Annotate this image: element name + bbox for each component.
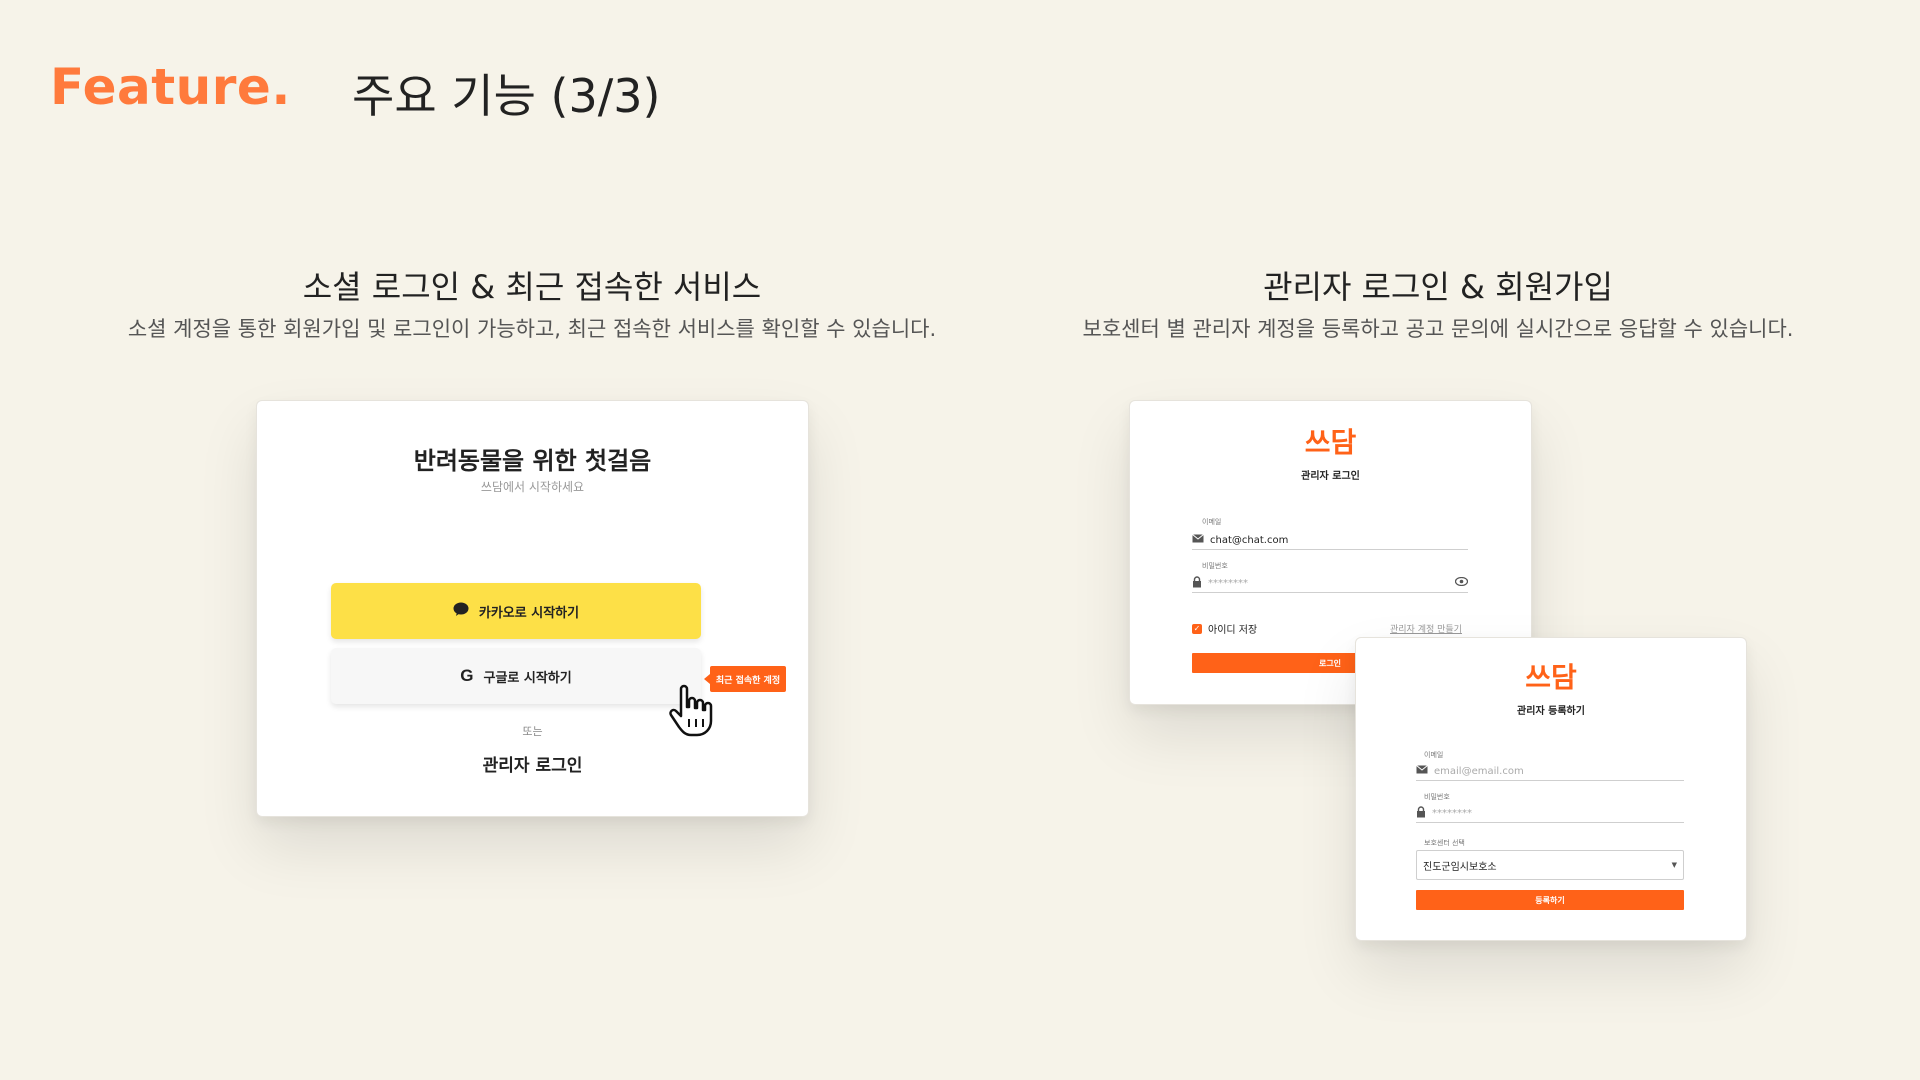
remember-id-label: 아이디 저장 [1208, 625, 1258, 636]
shelter-select-value: 진도군임시보호소 [1423, 861, 1497, 873]
recent-login-badge: 최근 접속한 계정 [704, 666, 786, 692]
page-title: 주요 기능 (3/3) [352, 69, 661, 123]
password-field[interactable]: ******** [1192, 574, 1469, 593]
left-section-description: 소셜 계정을 통한 회원가입 및 로그인이 가능하고, 최근 접속한 서비스를 … [127, 317, 937, 341]
password-label: 비밀번호 [1424, 793, 1450, 801]
chevron-down-icon: ▼ [1671, 861, 1677, 869]
email-placeholder: email@email.com [1434, 765, 1524, 777]
email-label: 이메일 [1424, 751, 1444, 759]
kakao-chat-icon [453, 602, 469, 621]
google-g-icon: G [460, 666, 474, 685]
admin-login-link[interactable]: 관리자 로그인 [257, 751, 808, 776]
shelter-select[interactable]: 진도군임시보호소 ▼ [1416, 850, 1684, 880]
password-label: 비밀번호 [1202, 562, 1228, 570]
register-button[interactable]: 등록하기 [1416, 890, 1684, 910]
mail-icon [1192, 534, 1204, 546]
lock-icon [1416, 805, 1426, 821]
card-title: 반려동물을 위한 첫걸음 [413, 447, 652, 475]
sseudam-logo: 쓰담 [1525, 661, 1577, 694]
feature-brand-label: Feature. [50, 58, 291, 116]
shelter-select-label: 보호센터 선택 [1424, 839, 1465, 847]
mail-icon [1416, 765, 1428, 777]
admin-login-heading: 관리자 로그인 [1301, 471, 1360, 482]
right-section-title: 관리자 로그인 & 회원가입 [1263, 268, 1613, 306]
kakao-login-button[interactable]: 카카오로 시작하기 [331, 583, 701, 639]
social-login-card: 반려동물을 위한 첫걸음 쓰담에서 시작하세요 카카오로 시작하기 G 구글로 … [256, 400, 809, 817]
password-field[interactable]: ******** [1416, 804, 1684, 823]
right-section-description: 보호센터 별 관리자 계정을 등록하고 공고 문의에 실시간으로 응답할 수 있… [1082, 317, 1794, 341]
left-section-title: 소셜 로그인 & 최근 접속한 서비스 [302, 268, 762, 306]
admin-signup-card: 쓰담 관리자 등록하기 이메일 email@email.com 비밀번호 ***… [1355, 637, 1747, 941]
admin-signup-heading: 관리자 등록하기 [1517, 706, 1585, 717]
or-divider-text: 또는 [522, 725, 543, 738]
recent-login-badge-text: 최근 접속한 계정 [715, 675, 781, 686]
remember-id-checkbox[interactable]: ✓ 아이디 저장 [1192, 621, 1257, 636]
password-value: ******** [1208, 577, 1248, 589]
email-label: 이메일 [1202, 518, 1222, 526]
create-admin-account-link[interactable]: 관리자 계정 만들기 [1390, 622, 1462, 635]
email-field[interactable]: email@email.com [1416, 762, 1684, 781]
checkmark-icon: ✓ [1192, 623, 1202, 634]
kakao-login-label: 카카오로 시작하기 [478, 605, 580, 621]
eye-icon[interactable] [1454, 576, 1469, 589]
lock-icon [1192, 575, 1202, 591]
google-login-button[interactable]: G 구글로 시작하기 [331, 648, 701, 704]
password-value: ******** [1432, 807, 1472, 819]
card-subtitle: 쓰담에서 시작하세요 [480, 480, 585, 494]
email-value: chat@chat.com [1210, 534, 1289, 546]
google-login-label: 구글로 시작하기 [483, 670, 572, 686]
sseudam-logo: 쓰담 [1304, 426, 1357, 459]
email-field[interactable]: chat@chat.com [1192, 531, 1468, 550]
